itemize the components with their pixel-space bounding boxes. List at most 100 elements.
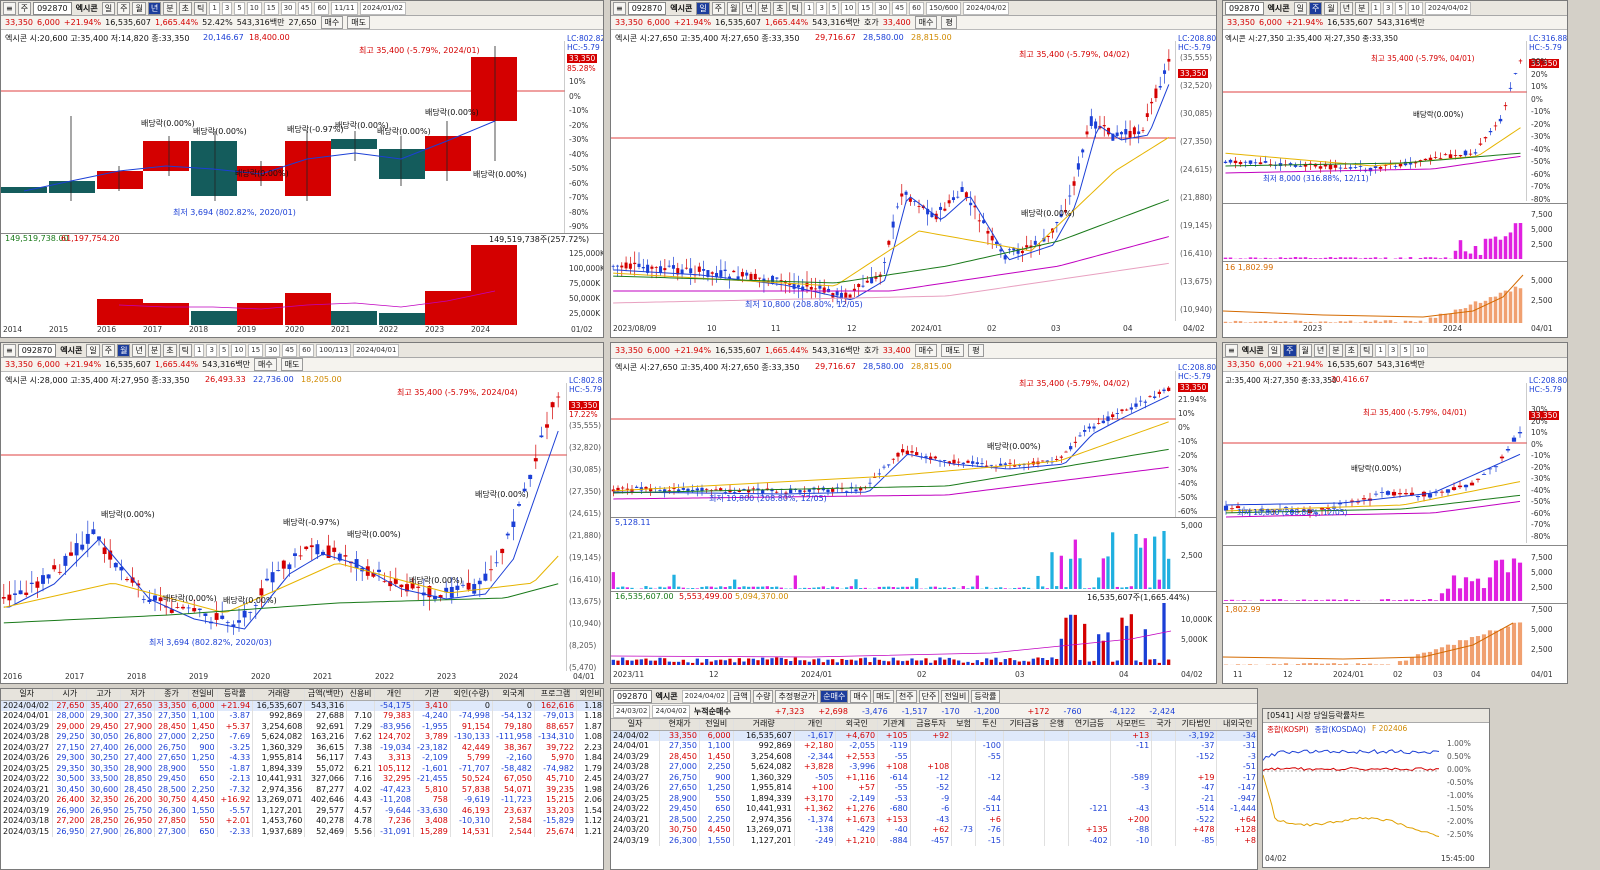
- chart-type-button[interactable]: 주: [17, 1, 32, 15]
- column-header[interactable]: 투신: [975, 719, 1004, 731]
- column-header[interactable]: 종가: [154, 689, 189, 701]
- table-row[interactable]: 2024/03/19 26,900 26,950 25,750 26,300 1,550-…: [1, 805, 603, 816]
- interval-5[interactable]: 5: [218, 343, 230, 357]
- opt-qty[interactable]: 수량: [752, 689, 774, 703]
- sell-button[interactable]: 매도: [941, 344, 965, 357]
- column-header[interactable]: 프로그램: [534, 689, 578, 701]
- interval-15[interactable]: 15: [263, 1, 279, 15]
- column-header[interactable]: 보험: [951, 719, 977, 731]
- menu-button[interactable]: ≡: [613, 1, 626, 15]
- interval-30[interactable]: 30: [265, 343, 281, 357]
- date-input[interactable]: 2024/04/02: [963, 1, 1010, 15]
- date-input[interactable]: 2024/04/01: [353, 343, 400, 357]
- interval-3[interactable]: 3: [1387, 343, 1399, 357]
- period-minute[interactable]: 분: [1329, 343, 1343, 357]
- column-header[interactable]: 사모펀드: [1110, 719, 1153, 731]
- interval-5[interactable]: 5: [234, 1, 245, 15]
- buy-button[interactable]: 매수: [914, 16, 938, 29]
- table-row[interactable]: 24/03/28 27,000 2,250 5,624,082 +3,828 -3,996…: [611, 762, 1257, 773]
- opt-thousand[interactable]: 천주: [895, 689, 917, 703]
- chart-panel-yearly[interactable]: ≡ 주 092870 엑시콘 일 주 월 년 분 초 틱 1 3 5 10 15…: [0, 0, 604, 338]
- period-day[interactable]: 일: [1293, 1, 1308, 15]
- interval-45[interactable]: 45: [282, 343, 298, 357]
- interval-60[interactable]: 60: [909, 1, 924, 15]
- column-header[interactable]: 거래량: [252, 689, 306, 701]
- period-week[interactable]: 주: [1283, 343, 1297, 357]
- table-row[interactable]: 24/04/01 27,350 1,100 992,869 +2,180 -2,055 -1…: [611, 741, 1257, 752]
- interval-10[interactable]: 10: [1407, 1, 1423, 15]
- chart-panel-weekly-2[interactable]: ≡ 엑시콘 일 주 월 년 분 초 틱 1 3 5 10 33,350 6,00…: [1222, 342, 1568, 684]
- period-year[interactable]: 년: [132, 343, 146, 357]
- period-tick[interactable]: 틱: [193, 1, 208, 15]
- period-second[interactable]: 초: [178, 1, 192, 15]
- interval-60[interactable]: 60: [299, 343, 314, 357]
- table-row[interactable]: 24/03/21 28,500 2,250 2,974,356 -1,374 +1,673…: [611, 814, 1257, 825]
- period-from[interactable]: 24/03/02: [613, 704, 651, 718]
- interval-45[interactable]: 45: [297, 1, 313, 15]
- table-row[interactable]: 24/03/25 28,900 550 1,894,339 +3,170 -2,149 -5…: [611, 793, 1257, 804]
- chart-panel-monthly[interactable]: ≡ 092870 엑시콘 일 주 월 년 분 초 틱 1 3 5 10 15 3…: [0, 342, 604, 684]
- column-header[interactable]: 현재가: [659, 719, 700, 731]
- count-input[interactable]: 100/113: [315, 343, 352, 357]
- interval-5[interactable]: 5: [1395, 1, 1406, 15]
- column-header[interactable]: 외인비: [576, 689, 603, 701]
- chart-panel-daily-volume[interactable]: 33,350 6,000 +21.94% 16,535,607 1,665.44…: [610, 342, 1217, 684]
- opt-avg[interactable]: 추정평균가: [775, 689, 819, 703]
- period-tick[interactable]: 틱: [178, 343, 192, 357]
- interval-1[interactable]: 1: [193, 343, 205, 357]
- buy-button[interactable]: 매수: [320, 16, 344, 29]
- column-header[interactable]: 연기금등: [1068, 719, 1111, 731]
- column-header[interactable]: 국가: [1151, 719, 1176, 731]
- interval-10[interactable]: 10: [231, 343, 247, 357]
- column-header[interactable]: 기관계: [877, 719, 911, 731]
- opt-unit[interactable]: 단주: [918, 689, 940, 703]
- period-day[interactable]: 일: [86, 343, 100, 357]
- period-month[interactable]: 월: [117, 343, 131, 357]
- opt-prevday[interactable]: 전일비: [941, 689, 970, 703]
- column-header[interactable]: 등락률: [217, 689, 254, 701]
- count-input[interactable]: 150/600: [925, 1, 962, 15]
- column-header[interactable]: 기관: [413, 689, 451, 701]
- interval-30[interactable]: 30: [280, 1, 296, 15]
- period-day[interactable]: 일: [696, 1, 710, 15]
- column-header[interactable]: 고가: [86, 689, 122, 701]
- period-minute[interactable]: 분: [1355, 1, 1369, 15]
- column-header[interactable]: 기타법인: [1175, 719, 1218, 731]
- period-month[interactable]: 월: [1324, 1, 1338, 15]
- period-year[interactable]: 년: [1313, 343, 1328, 357]
- stock-code-input[interactable]: 092870: [627, 1, 667, 15]
- chart-panel-daily[interactable]: ≡ 092870 엑시콘 일 주 월 년 분 초 틱 1 3 5 10 15 3…: [610, 0, 1217, 338]
- period-year[interactable]: 년: [742, 1, 756, 15]
- period-month[interactable]: 월: [132, 1, 146, 15]
- table-row[interactable]: 24/03/26 27,650 1,250 1,955,814 +100 +57 -55 -5…: [611, 783, 1257, 794]
- market-index-panel[interactable]: [0541] 시장 당일등락률차트 종합(KOSPI) 종합(KOSDAQ) F…: [1262, 708, 1490, 868]
- count-input[interactable]: 11/11: [331, 1, 358, 15]
- period-second[interactable]: 초: [163, 343, 177, 357]
- column-header[interactable]: 금융투자: [910, 719, 953, 731]
- opt-buy[interactable]: 매수: [850, 689, 872, 703]
- period-tick[interactable]: 틱: [1360, 343, 1374, 357]
- interval-5[interactable]: 5: [1400, 343, 1411, 357]
- column-header[interactable]: 외국인: [835, 719, 879, 731]
- stock-code-input[interactable]: 092870: [17, 343, 57, 357]
- table-row[interactable]: 24/03/27 26,750 900 1,360,329 -505 +1,116 -614…: [611, 772, 1257, 783]
- period-minute[interactable]: 분: [147, 343, 162, 357]
- date-input[interactable]: 2024/04/02: [1424, 1, 1472, 15]
- date-input[interactable]: 2024/04/02: [681, 689, 728, 703]
- interval-3[interactable]: 3: [206, 343, 217, 357]
- table-row[interactable]: 24/03/22 29,450 650 10,441,931 +1,362 +1,276-…: [611, 804, 1257, 815]
- column-header[interactable]: 전일비: [699, 719, 734, 731]
- opt-sell[interactable]: 매도: [873, 689, 894, 703]
- column-header[interactable]: 개인: [794, 719, 837, 731]
- interval-3[interactable]: 3: [816, 1, 827, 15]
- period-second[interactable]: 초: [773, 1, 787, 15]
- menu-button[interactable]: ≡: [1225, 343, 1238, 357]
- chart-panel-weekly[interactable]: 092870 엑시콘 일 주 월 년 분 1 3 5 10 2024/04/02…: [1222, 0, 1568, 338]
- period-second[interactable]: 초: [1344, 343, 1359, 357]
- period-week[interactable]: 주: [101, 343, 116, 357]
- column-header[interactable]: 거래량: [733, 719, 795, 731]
- table-row[interactable]: 24/04/02 33,350 6,000 16,535,607 -1,617 +4,67…: [611, 730, 1257, 741]
- table-row[interactable]: 2024/03/29 29,000 29,450 27,900 28,450 1,450 +…: [1, 721, 603, 732]
- table-row[interactable]: 24/03/20 30,750 4,450 13,269,071 -138 -429 -40…: [611, 825, 1257, 836]
- interval-10[interactable]: 10: [246, 1, 262, 15]
